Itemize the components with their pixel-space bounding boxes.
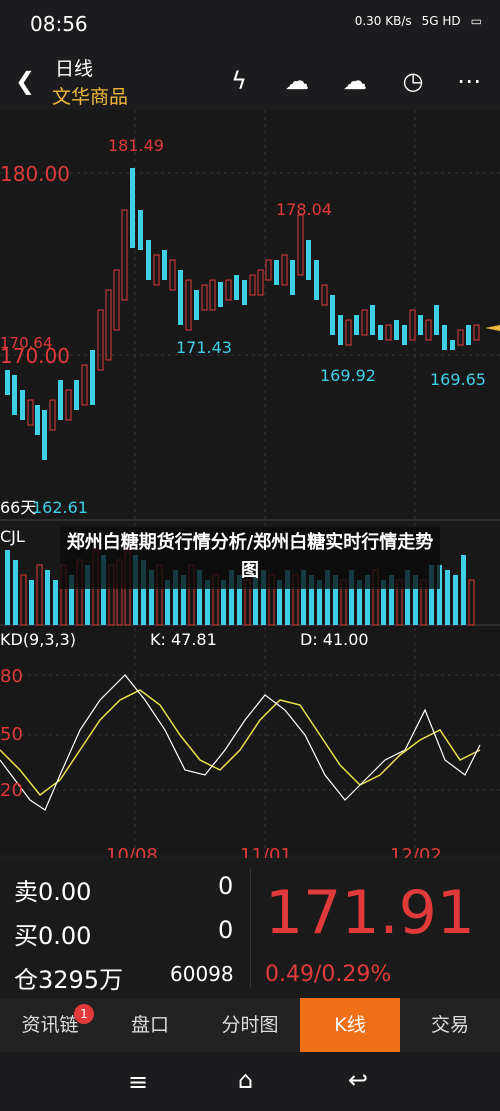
position-label: 仓 bbox=[14, 966, 38, 994]
kd-50-label: 50 bbox=[0, 724, 23, 745]
buy-price: 0.00 bbox=[38, 922, 92, 950]
sell-price: 0.00 bbox=[38, 878, 92, 906]
status-time: 08:56 bbox=[30, 12, 88, 36]
change-text: 0.49/0.29% bbox=[265, 962, 392, 987]
status-bar: 08:56 0.30 KB/s 5G HD ▭ bbox=[0, 0, 500, 56]
chart-svg bbox=[0, 110, 500, 855]
menu-icon[interactable]: ≡ bbox=[128, 1068, 148, 1096]
low2-label: 169.92 bbox=[320, 366, 376, 385]
last-price: 171.91 bbox=[265, 878, 475, 948]
high-label: 181.49 bbox=[108, 136, 164, 155]
status-right: 0.30 KB/s 5G HD ▭ bbox=[355, 14, 482, 28]
clock-icon[interactable]: ◷ bbox=[396, 64, 430, 98]
bottom-tabs: 资讯链 1 盘口 分时图 K线 交易 bbox=[0, 998, 500, 1052]
lightning-icon[interactable]: ϟ bbox=[222, 64, 256, 98]
chart-area[interactable]: 180.00 170.00 170.64 181.49 178.04 171.4… bbox=[0, 110, 500, 866]
battery-icon: ▭ bbox=[470, 14, 482, 28]
position-row: 仓3295万 bbox=[14, 960, 123, 995]
news-badge: 1 bbox=[74, 1004, 94, 1024]
tab-news-label: 资讯链 bbox=[21, 1014, 79, 1036]
position-value: 3295万 bbox=[38, 966, 124, 994]
buy-label: 买 bbox=[14, 922, 38, 950]
network-text: 5G HD bbox=[421, 14, 461, 28]
tab-kline[interactable]: K线 bbox=[300, 998, 400, 1052]
low3-label: 169.65 bbox=[430, 370, 486, 389]
kd-d-value: D: 41.00 bbox=[300, 630, 369, 649]
tab-trade[interactable]: 交易 bbox=[400, 998, 500, 1052]
system-nav-bar: ≡ ⌂ ↩ bbox=[0, 1052, 500, 1111]
sell-row: 卖0.00 bbox=[14, 872, 91, 907]
tab-news-chain[interactable]: 资讯链 1 bbox=[0, 998, 100, 1052]
tab-orderbook[interactable]: 盘口 bbox=[100, 998, 200, 1052]
overlay-title: 郑州白糖期货行情分析/郑州白糖实时行情走势图 bbox=[60, 527, 440, 589]
candles bbox=[5, 168, 500, 460]
back-nav-icon[interactable]: ↩ bbox=[348, 1066, 368, 1094]
speed-text: 0.30 KB/s bbox=[354, 14, 412, 28]
more-icon[interactable]: ⋯ bbox=[452, 64, 486, 98]
position-vol: 60098 bbox=[170, 962, 234, 986]
buy-row: 买0.00 bbox=[14, 916, 91, 951]
kd-20-label: 20 bbox=[0, 780, 23, 801]
sell-label: 卖 bbox=[14, 878, 38, 906]
cloud-sync-icon[interactable]: ☁ bbox=[338, 64, 372, 98]
buy-vol: 0 bbox=[218, 916, 234, 944]
cloud-upload-icon[interactable]: ☁ bbox=[280, 64, 314, 98]
kd-d-line bbox=[0, 689, 481, 797]
sell-vol: 0 bbox=[218, 872, 234, 900]
kd-k-value: K: 47.81 bbox=[150, 630, 217, 649]
quote-divider bbox=[250, 868, 251, 988]
axis-label-170-64: 170.64 bbox=[0, 334, 53, 352]
axis-label-180: 180.00 bbox=[0, 162, 70, 186]
peak2-label: 178.04 bbox=[276, 200, 332, 219]
kd-80-label: 80 bbox=[0, 666, 23, 687]
product-title: 文华商品 bbox=[52, 86, 129, 108]
quote-panel: 卖0.00 0 买0.00 0 仓3295万 60098 171.91 0.49… bbox=[0, 858, 500, 998]
kd-label: KD(9,3,3) bbox=[0, 630, 77, 649]
period-title: 日线 bbox=[55, 58, 94, 80]
tab-timeshare[interactable]: 分时图 bbox=[200, 998, 300, 1052]
days-label: 66天 bbox=[0, 498, 37, 517]
cjl-label: CJL bbox=[0, 527, 25, 546]
low-left-label: 162.61 bbox=[32, 498, 88, 517]
low1-label: 171.43 bbox=[176, 338, 232, 357]
back-icon[interactable]: ❮ bbox=[8, 64, 42, 98]
home-icon[interactable]: ⌂ bbox=[238, 1066, 253, 1094]
